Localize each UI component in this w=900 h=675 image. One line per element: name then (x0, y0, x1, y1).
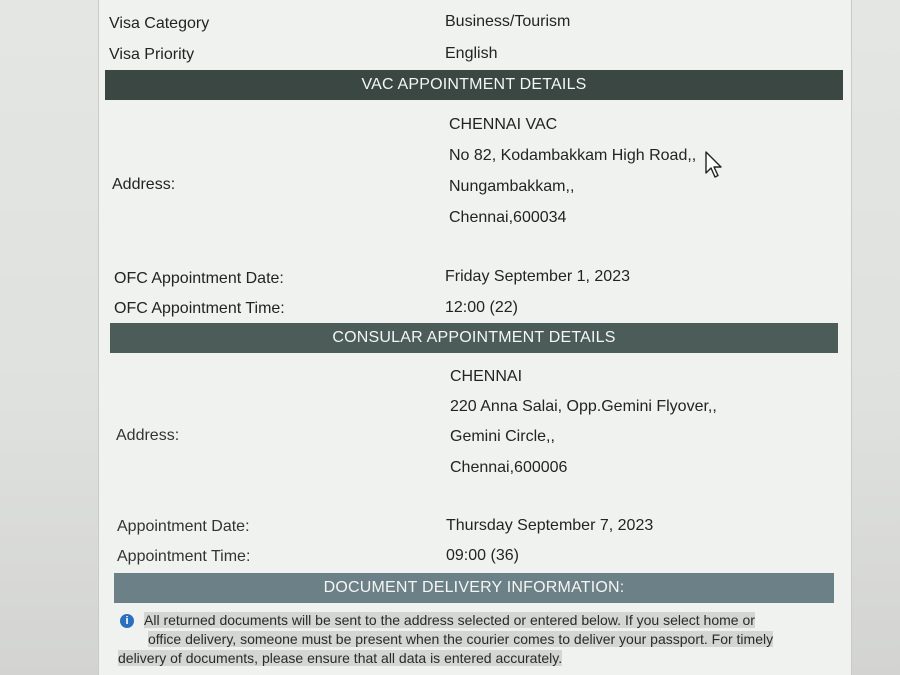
visa-category-value: Business/Tourism (445, 13, 571, 30)
ofc-date-label: OFC Appointment Date: (114, 270, 284, 287)
vac-address-line: Nungambakkam,, (449, 178, 575, 195)
consular-time-label: Appointment Time: (117, 548, 251, 565)
ofc-date-value: Friday September 1, 2023 (445, 268, 630, 285)
document-delivery-header: DOCUMENT DELIVERY INFORMATION: (114, 573, 834, 603)
consular-date-value: Thursday September 7, 2023 (446, 517, 654, 534)
vac-address-label: Address: (112, 176, 176, 193)
vac-address-line: No 82, Kodambakkam High Road,, (449, 147, 697, 164)
consular-address-line: Gemini Circle,, (450, 428, 555, 445)
consular-address-line: 220 Anna Salai, Opp.Gemini Flyover,, (450, 398, 717, 415)
page-background: Visa Category Business/Tourism Visa Prio… (0, 0, 900, 675)
vac-appointment-header: VAC APPOINTMENT DETAILS (105, 70, 843, 100)
info-icon: i (120, 614, 134, 629)
consular-address-line: Chennai,600006 (450, 459, 568, 476)
mouse-pointer-icon (705, 151, 722, 178)
consular-address-label: Address: (116, 427, 180, 444)
visa-category-label: Visa Category (109, 15, 210, 32)
consular-date-label: Appointment Date: (117, 518, 250, 535)
consular-address-line: CHENNAI (450, 368, 523, 385)
delivery-info-line: All returned documents will be sent to t… (144, 612, 755, 628)
consular-appointment-header: CONSULAR APPOINTMENT DETAILS (110, 323, 838, 353)
ofc-time-value: 12:00 (22) (445, 299, 518, 316)
visa-priority-value: English (445, 45, 498, 62)
delivery-info-notice: i All returned documents will be sent to … (118, 611, 818, 668)
visa-priority-label: Visa Priority (109, 46, 195, 63)
delivery-info-line: office delivery, someone must be present… (148, 631, 774, 647)
delivery-info-line: delivery of documents, please ensure tha… (118, 650, 563, 666)
consular-time-value: 09:00 (36) (446, 547, 519, 564)
vac-address-line: Chennai,600034 (449, 209, 567, 226)
ofc-time-label: OFC Appointment Time: (114, 300, 285, 317)
vac-address-line: CHENNAI VAC (449, 116, 558, 133)
